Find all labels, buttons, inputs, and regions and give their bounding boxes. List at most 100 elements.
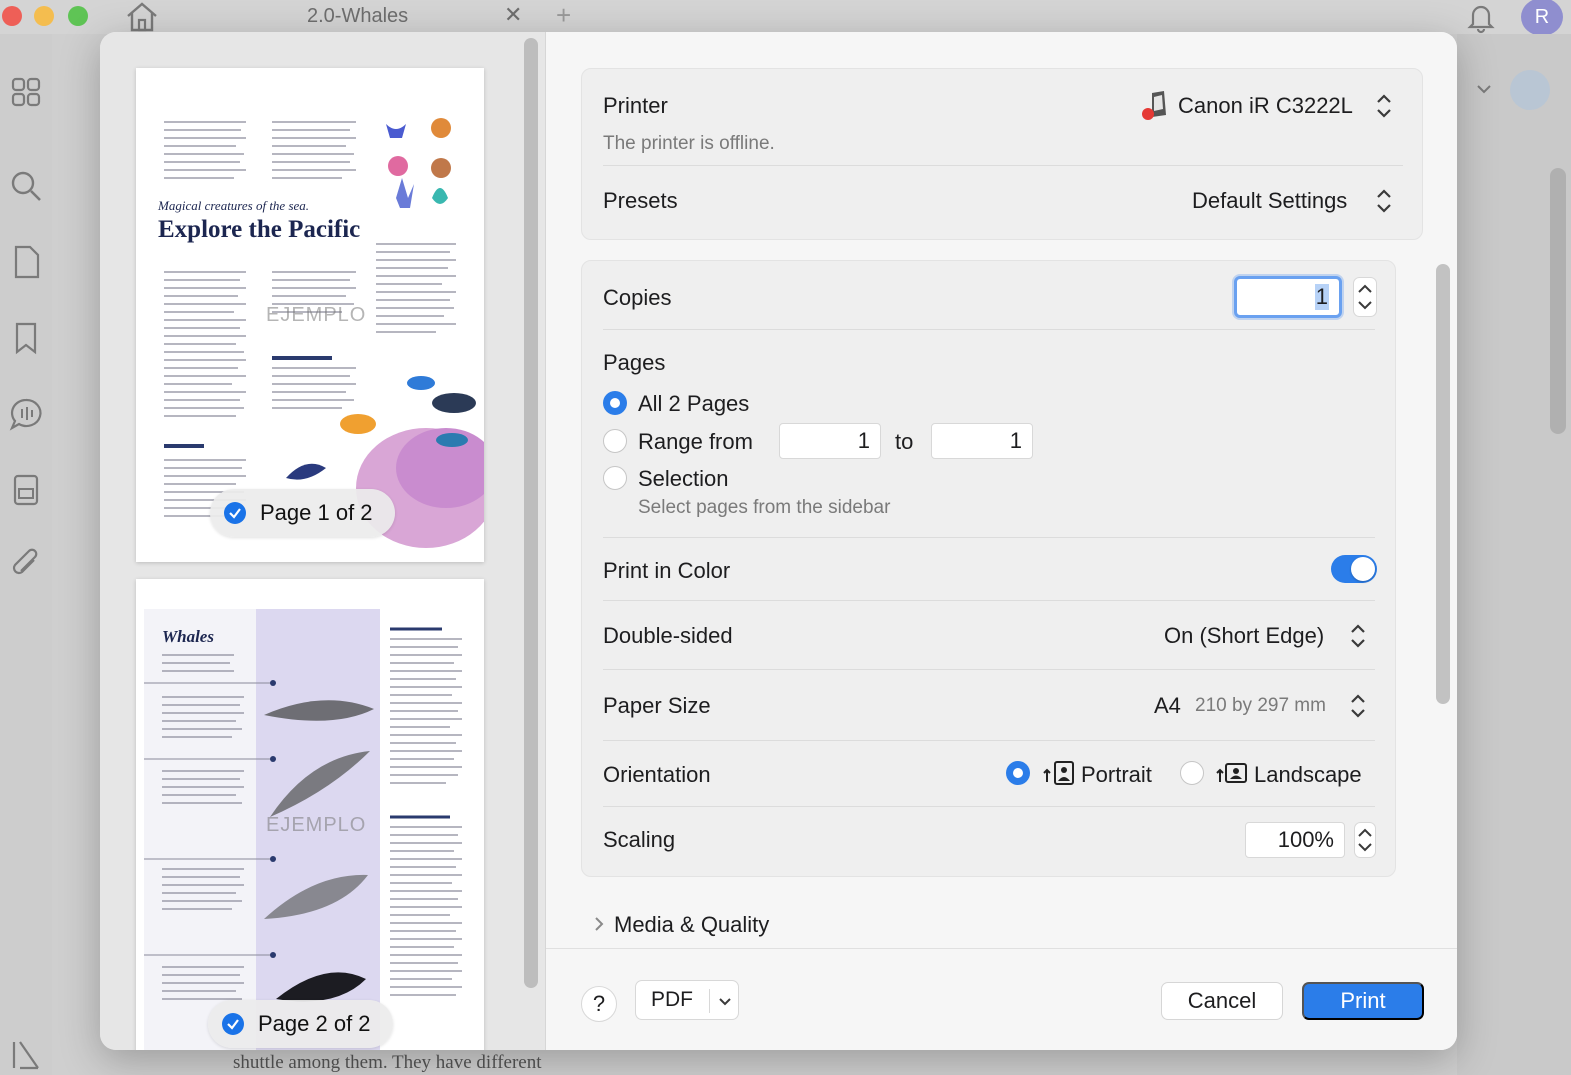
divider	[603, 165, 1403, 166]
print-in-color-label: Print in Color	[603, 558, 731, 583]
updown-chevron-icon[interactable]	[1347, 621, 1369, 651]
page-thumbnail[interactable]: Magical creatures of the sea. Explore th…	[136, 68, 484, 562]
thumbnail-title: Whales	[162, 627, 214, 646]
portrait-label[interactable]: Portrait	[1081, 762, 1152, 788]
range-from-value: 1	[857, 428, 870, 453]
app-titlebar: 2.0-Whales ✕ + R	[0, 0, 1571, 36]
chevron-right-icon[interactable]	[592, 914, 606, 934]
sidebar-toggle-icon[interactable]	[8, 1036, 44, 1072]
close-window-button[interactable]	[2, 6, 22, 26]
updown-chevron-icon[interactable]	[1347, 691, 1369, 721]
bell-icon[interactable]	[1464, 0, 1498, 34]
printer-card: Printer Canon iR C3222L The printer is o…	[581, 68, 1423, 240]
divider	[603, 740, 1375, 741]
home-icon[interactable]	[124, 0, 160, 32]
form-icon[interactable]	[8, 472, 44, 508]
page-thumbnails-pane: Magical creatures of the sea. Explore th…	[100, 32, 546, 1050]
pdf-label: PDF	[651, 988, 693, 1011]
page-1-badge[interactable]: Page 1 of 2	[210, 489, 395, 537]
toggle-knob	[1351, 557, 1375, 581]
attachment-icon[interactable]	[8, 546, 44, 582]
copies-stepper[interactable]	[1353, 277, 1377, 317]
landscape-icon	[1216, 760, 1248, 786]
zoom-window-button[interactable]	[68, 6, 88, 26]
page-badge-label: Page 2 of 2	[258, 1011, 371, 1036]
portrait-icon	[1043, 760, 1075, 786]
pages-all-radio[interactable]	[603, 391, 627, 415]
paper-size-value[interactable]: A4	[1154, 693, 1181, 719]
settings-scrollbar[interactable]	[1436, 264, 1450, 704]
printer-name[interactable]: Canon iR C3222L	[1178, 93, 1353, 119]
tab-close-icon[interactable]: ✕	[504, 2, 522, 28]
ai-assistant-icon[interactable]	[1510, 70, 1550, 110]
pages-range-radio[interactable]	[603, 429, 627, 453]
range-to-value: 1	[1009, 428, 1022, 453]
range-from-input[interactable]: 1	[779, 423, 881, 459]
search-icon[interactable]	[8, 168, 44, 204]
chevron-down-icon[interactable]	[1473, 78, 1495, 100]
range-to-input[interactable]: 1	[931, 423, 1033, 459]
pages-range-label[interactable]: Range from	[638, 429, 753, 455]
document-tab-label: 2.0-Whales	[307, 4, 409, 27]
cancel-button[interactable]: Cancel	[1161, 982, 1283, 1020]
document-scrollbar[interactable]	[1550, 168, 1566, 434]
grid-icon[interactable]	[8, 74, 44, 110]
help-button[interactable]: ?	[581, 986, 617, 1022]
pages-selection-label[interactable]: Selection	[638, 466, 729, 492]
avatar[interactable]: R	[1521, 0, 1563, 36]
chevron-down-icon[interactable]	[716, 991, 734, 1011]
print-dialog: Magical creatures of the sea. Explore th…	[100, 32, 1457, 1050]
divider	[709, 989, 710, 1013]
copies-value: 1	[1314, 284, 1329, 310]
presets-label: Presets	[603, 188, 678, 213]
scaling-value: 100%	[1277, 827, 1334, 852]
divider	[603, 806, 1375, 807]
page-icon[interactable]	[8, 244, 44, 280]
thumbnails-scrollbar[interactable]	[524, 38, 538, 988]
bookmark-icon[interactable]	[8, 320, 44, 356]
printer-status: The printer is offline.	[603, 133, 775, 154]
portrait-radio[interactable]	[1006, 761, 1030, 785]
divider	[603, 537, 1375, 538]
scaling-stepper[interactable]	[1354, 822, 1376, 858]
print-button[interactable]: Print	[1302, 982, 1424, 1020]
new-tab-icon[interactable]: +	[556, 0, 571, 31]
presets-value[interactable]: Default Settings	[1192, 188, 1347, 214]
range-to-label: to	[895, 429, 914, 454]
double-sided-label: Double-sided	[603, 623, 733, 648]
scaling-input[interactable]: 100%	[1245, 822, 1345, 858]
pages-all-label[interactable]: All 2 Pages	[638, 391, 749, 417]
document-body-text: shuttle among them. They have different	[233, 1052, 542, 1073]
landscape-label[interactable]: Landscape	[1254, 762, 1362, 788]
dialog-footer: ? PDF Cancel Print	[546, 948, 1457, 1050]
divider	[603, 600, 1375, 601]
updown-chevron-icon[interactable]	[1373, 91, 1395, 121]
printer-label: Printer	[603, 93, 668, 118]
divider	[603, 329, 1375, 330]
comment-icon[interactable]	[8, 396, 44, 432]
divider	[603, 669, 1375, 670]
updown-chevron-icon[interactable]	[1373, 186, 1395, 216]
pages-label: Pages	[603, 350, 666, 375]
print-in-color-toggle[interactable]	[1331, 555, 1377, 583]
checkmark-icon	[224, 502, 246, 524]
paper-size-dimensions: 210 by 297 mm	[1195, 695, 1326, 716]
printer-icon	[1140, 89, 1170, 121]
copies-label: Copies	[603, 285, 672, 310]
paper-size-label: Paper Size	[603, 693, 711, 718]
orientation-label: Orientation	[603, 762, 711, 787]
media-quality-disclosure[interactable]: Media & Quality	[614, 912, 769, 938]
double-sided-value[interactable]: On (Short Edge)	[1164, 623, 1324, 649]
page-thumbnail[interactable]: Whales EJEMPLO	[136, 579, 484, 1050]
print-settings-pane: Printer Canon iR C3222L The printer is o…	[546, 32, 1457, 1050]
minimize-window-button[interactable]	[34, 6, 54, 26]
page-2-badge[interactable]: Page 2 of 2	[208, 1000, 393, 1048]
copies-input[interactable]: 1	[1234, 276, 1342, 318]
print-options-card: Copies 1 Pages All 2 Pages Range from 1 …	[581, 260, 1396, 877]
pages-selection-radio[interactable]	[603, 466, 627, 490]
landscape-radio[interactable]	[1180, 761, 1204, 785]
thumbnail-title: Explore the Pacific	[158, 216, 361, 243]
pdf-menu-button[interactable]: PDF	[635, 980, 739, 1020]
scaling-label: Scaling	[603, 827, 676, 852]
document-tab[interactable]: 2.0-Whales ✕	[270, 0, 530, 32]
